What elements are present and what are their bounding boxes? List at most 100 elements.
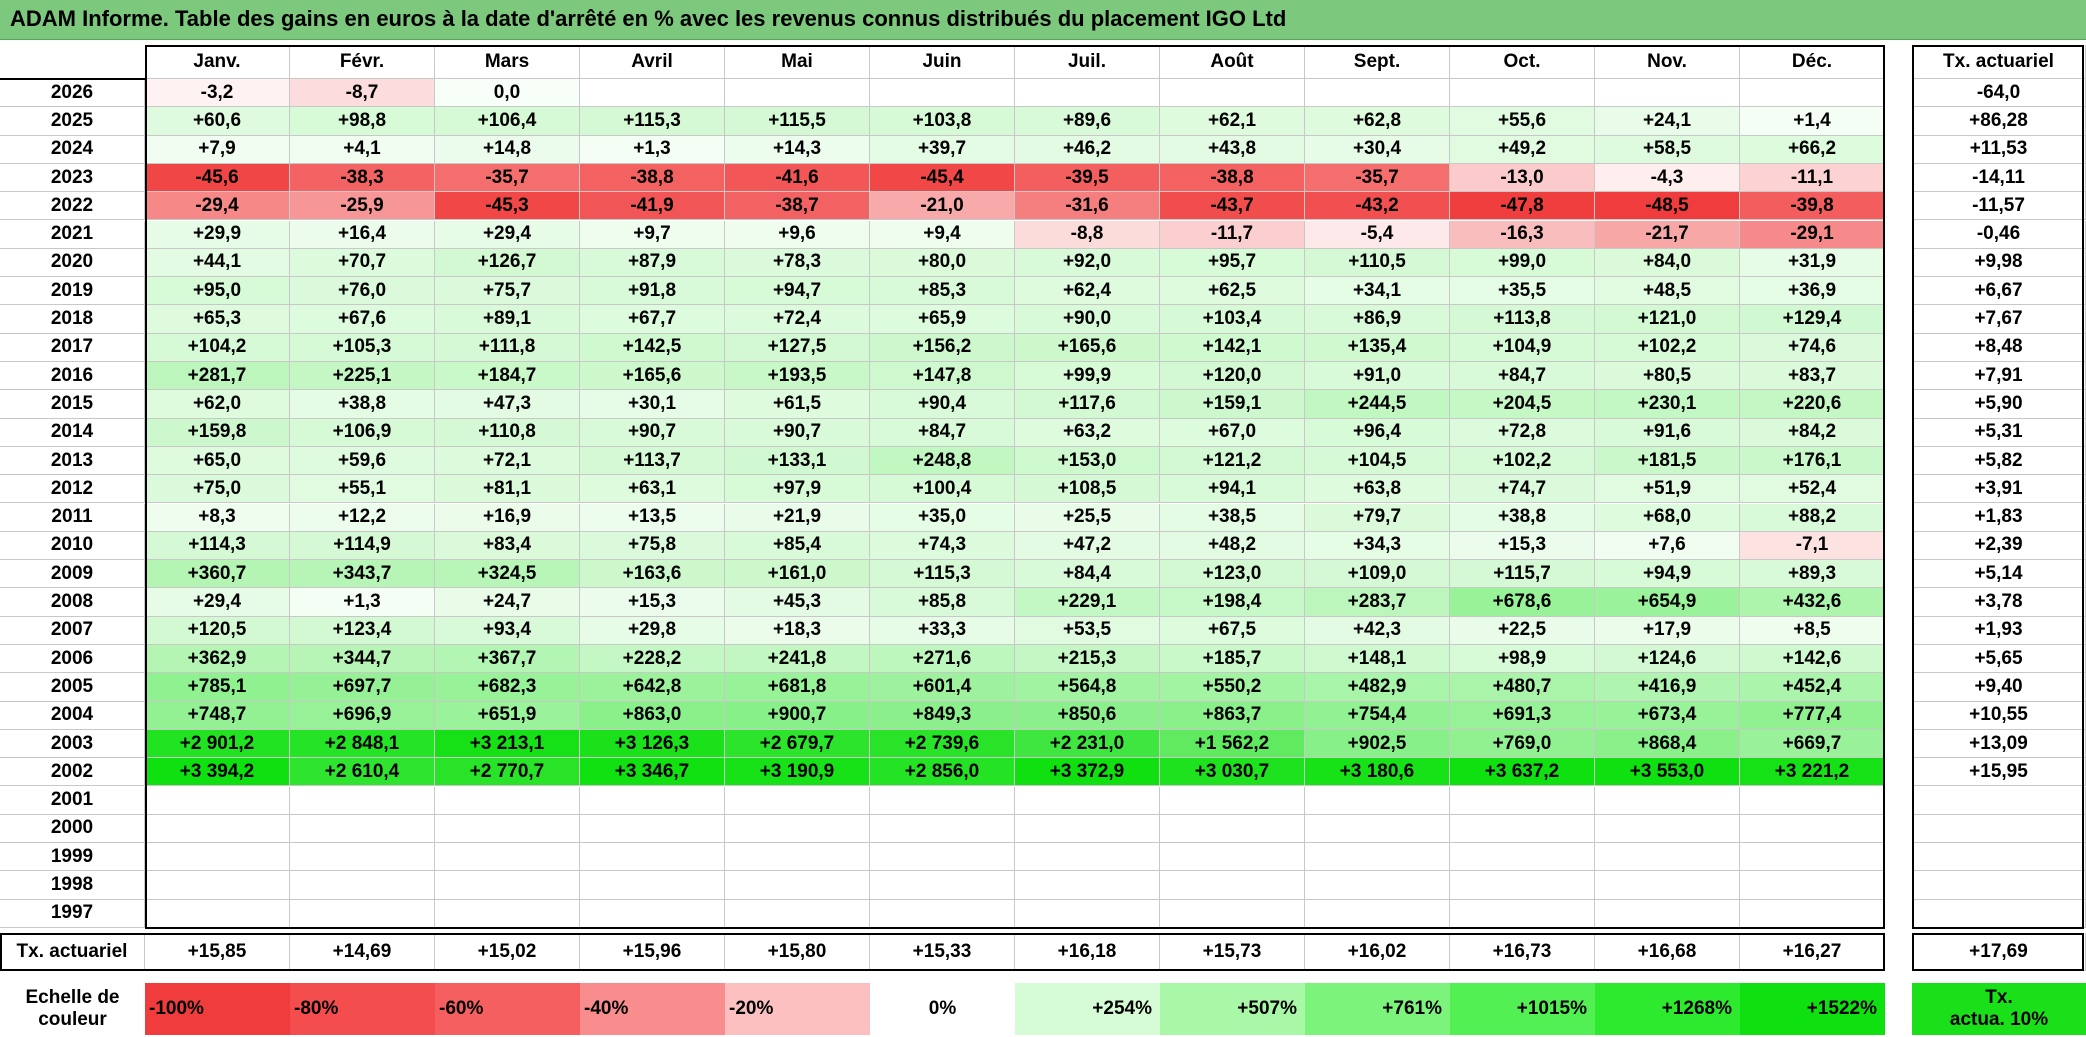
table-cell: +244,5 [1305, 390, 1450, 419]
table-cell: +75,0 [145, 475, 290, 504]
table-cell [1740, 871, 1885, 900]
month-header: Mars [435, 45, 580, 79]
table-cell [435, 814, 580, 844]
table-cell: +103,4 [1160, 305, 1305, 334]
table-cell: +127,5 [725, 333, 870, 362]
table-cell [1015, 786, 1160, 815]
table-cell: +38,8 [1450, 503, 1595, 532]
tx-actuariel-cell: +5,65 [1912, 645, 2086, 674]
table-cell: +110,8 [435, 418, 580, 447]
table-cell: +75,7 [435, 277, 580, 306]
table-cell: -43,7 [1160, 192, 1305, 221]
tx-actuariel-cell: +6,67 [1912, 277, 2086, 306]
footer-cell: +15,73 [1160, 933, 1305, 971]
table-cell [1450, 899, 1595, 928]
table-cell: +24,7 [435, 588, 580, 617]
table-cell: +104,5 [1305, 446, 1450, 476]
month-header: Juil. [1015, 45, 1160, 79]
table-cell: +184,7 [435, 362, 580, 391]
year-label: 2025 [0, 107, 145, 136]
table-cell: -7,1 [1740, 531, 1885, 561]
table-cell: +14,8 [435, 135, 580, 164]
table-cell: +22,5 [1450, 616, 1595, 645]
table-cell: +104,2 [145, 333, 290, 362]
table-cell: +3 213,1 [435, 729, 580, 759]
table-cell [1160, 871, 1305, 900]
table-cell: +161,0 [725, 560, 870, 589]
year-label: 2001 [0, 786, 145, 815]
table-cell: +2 610,4 [290, 758, 435, 787]
table-cell [1305, 871, 1450, 900]
table-cell: +63,8 [1305, 475, 1450, 504]
table-cell [1015, 79, 1160, 108]
table-cell: +100,4 [870, 475, 1015, 504]
tx-actuariel-cell [1912, 814, 2086, 844]
year-label: 1999 [0, 843, 145, 872]
table-cell: +215,3 [1015, 645, 1160, 674]
table-cell: +55,1 [290, 475, 435, 504]
table-cell: +651,9 [435, 701, 580, 730]
table-cell: -29,1 [1740, 220, 1885, 249]
table-cell [870, 871, 1015, 900]
table-cell: +99,9 [1015, 362, 1160, 391]
color-scale-tx-line2: actua. 10% [1949, 1009, 2049, 1030]
footer-cell: +16,68 [1595, 933, 1740, 971]
table-cell: +849,3 [870, 701, 1015, 730]
table-cell: +13,5 [580, 503, 725, 532]
year-label: 2006 [0, 645, 145, 674]
table-cell [1595, 899, 1740, 928]
table-cell: +47,3 [435, 390, 580, 419]
month-header: Juin [870, 45, 1015, 79]
table-cell [1160, 814, 1305, 844]
table-cell [870, 814, 1015, 844]
table-cell: -38,8 [580, 163, 725, 193]
table-cell: +63,2 [1015, 418, 1160, 447]
table-cell: -25,9 [290, 192, 435, 221]
table-cell: +115,3 [870, 560, 1015, 589]
table-cell: +84,4 [1015, 560, 1160, 589]
table-cell: -38,8 [1160, 163, 1305, 193]
table-cell: +72,1 [435, 446, 580, 476]
table-cell: +1,3 [290, 588, 435, 617]
color-scale-label-line1: Echelle de [25, 987, 120, 1008]
color-scale-tx-line1: Tx. [1985, 987, 2013, 1008]
color-scale-tx: Tx. actua. 10% [1912, 983, 2086, 1035]
footer-cell: +15,33 [870, 933, 1015, 971]
table-cell [1015, 814, 1160, 844]
tx-actuariel-cell: +9,98 [1912, 248, 2086, 278]
table-cell: +102,2 [1595, 333, 1740, 362]
table-cell: -35,7 [1305, 163, 1450, 193]
table-cell: +362,9 [145, 645, 290, 674]
table-cell: +47,2 [1015, 531, 1160, 561]
table-cell: +113,8 [1450, 305, 1595, 334]
table-cell [145, 814, 290, 844]
color-scale-label-line2: couleur [38, 1009, 107, 1030]
table-cell [580, 899, 725, 928]
table-cell: +115,3 [580, 107, 725, 136]
table-cell: +35,5 [1450, 277, 1595, 306]
tx-actuariel-cell: +15,95 [1912, 758, 2086, 787]
table-cell: +67,0 [1160, 418, 1305, 447]
table-cell: +2 231,0 [1015, 729, 1160, 759]
footer-cell: +15,80 [725, 933, 870, 971]
tx-actuariel-cell: +5,31 [1912, 418, 2086, 447]
year-label: 2015 [0, 390, 145, 419]
color-scale-step: +1522% [1740, 983, 1885, 1035]
table-cell: +109,0 [1305, 560, 1450, 589]
table-cell: +48,5 [1595, 277, 1740, 306]
month-header: Déc. [1740, 45, 1885, 79]
table-cell: +126,7 [435, 248, 580, 278]
table-cell: +55,6 [1450, 107, 1595, 136]
table-cell: +15,3 [1450, 531, 1595, 561]
table-cell: +271,6 [870, 645, 1015, 674]
table-cell: -3,2 [145, 79, 290, 108]
table-cell: -31,6 [1015, 192, 1160, 221]
table-cell: +105,3 [290, 333, 435, 362]
table-cell [435, 871, 580, 900]
table-cell [290, 814, 435, 844]
month-header: Févr. [290, 45, 435, 79]
table-cell: +135,4 [1305, 333, 1450, 362]
month-header: Sept. [1305, 45, 1450, 79]
table-cell: +80,5 [1595, 362, 1740, 391]
table-cell: +74,6 [1740, 333, 1885, 362]
